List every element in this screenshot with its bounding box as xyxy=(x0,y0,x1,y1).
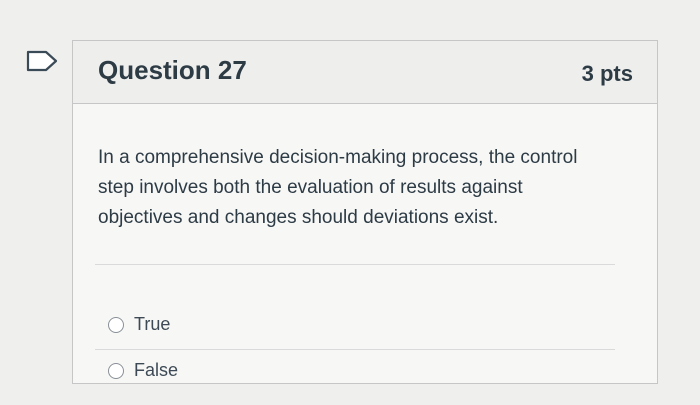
radio-false[interactable] xyxy=(108,362,124,379)
answer-option-true[interactable]: True xyxy=(108,314,170,335)
question-header: Question 27 3 pts xyxy=(73,41,657,104)
question-card: Question 27 3 pts In a comprehensive dec… xyxy=(72,40,658,384)
question-points: 3 pts xyxy=(581,61,633,86)
answer-label-false: False xyxy=(134,360,179,380)
answers-divider xyxy=(95,349,615,350)
answer-label-true: True xyxy=(134,314,171,334)
flag-question-icon[interactable] xyxy=(24,50,60,72)
question-text: In a comprehensive decision-making proce… xyxy=(98,147,578,228)
question-title: Question 27 xyxy=(98,55,247,85)
answer-option-false[interactable]: False xyxy=(108,360,178,381)
radio-true[interactable] xyxy=(108,316,124,333)
answers-divider-top xyxy=(95,264,615,265)
